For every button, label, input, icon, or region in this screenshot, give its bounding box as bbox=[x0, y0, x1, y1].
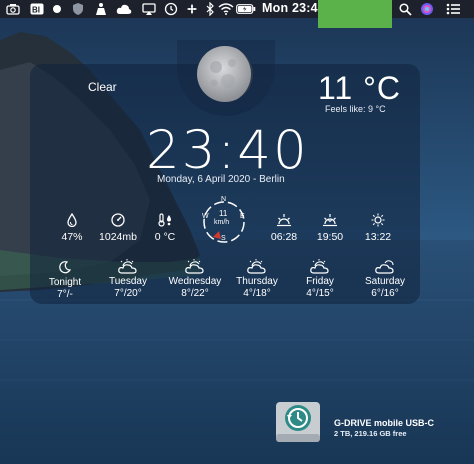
compass-east: E bbox=[240, 213, 245, 220]
sunset-icon bbox=[323, 214, 337, 227]
pressure-value: 1024mb bbox=[99, 231, 137, 243]
moon-icon bbox=[59, 261, 72, 274]
forecast-day-3: Thursday 4°/18° bbox=[231, 258, 283, 300]
cloud-upload-icon[interactable] bbox=[116, 2, 132, 16]
forecast-day-temps: 7°/20° bbox=[114, 288, 142, 299]
puppet-icon[interactable] bbox=[94, 2, 108, 16]
svg-text:BI: BI bbox=[32, 6, 40, 15]
solar-noon-value: 13:22 bbox=[364, 231, 392, 243]
forecast-day-label: Tonight bbox=[48, 277, 82, 288]
partly-cloudy-icon bbox=[118, 259, 137, 274]
forecast-day-label: Saturday bbox=[364, 276, 406, 287]
forecast-day-2: Wednesday 8°/22° bbox=[166, 258, 224, 300]
forecast-day-label: Thursday bbox=[236, 276, 278, 287]
dew-point-thermometer-icon bbox=[158, 213, 171, 227]
forecast-day-temps: 6°/16° bbox=[371, 288, 399, 299]
current-temperature: 11 °C bbox=[318, 70, 402, 106]
bi-app-icon[interactable]: BI bbox=[30, 2, 44, 16]
highlight-overlay bbox=[318, 0, 392, 28]
forecast-day-temps: 7°/- bbox=[57, 289, 73, 300]
forecast-day-temps: 4°/18° bbox=[243, 288, 271, 299]
time-machine-icon[interactable] bbox=[164, 2, 178, 16]
siri-icon[interactable] bbox=[420, 2, 434, 16]
compass-west: W bbox=[202, 213, 209, 220]
bluetooth-dot-icon[interactable] bbox=[52, 2, 62, 16]
bluetooth-icon[interactable] bbox=[204, 2, 216, 16]
screen-mirror-icon[interactable] bbox=[142, 2, 156, 16]
sunset-stat: 19:50 bbox=[313, 213, 347, 243]
menubar-clock[interactable]: Mon 23:40 bbox=[262, 1, 325, 15]
camera-icon[interactable] bbox=[6, 2, 20, 16]
solar-noon-icon bbox=[371, 213, 385, 227]
feels-like-temperature: Feels like: 9 °C bbox=[325, 104, 386, 114]
drive-info-label: 2 TB, 219.16 GB free bbox=[334, 429, 407, 438]
wifi-icon[interactable] bbox=[218, 2, 234, 16]
forecast-day-label: Wednesday bbox=[168, 276, 222, 287]
forecast-day-0: Tonight 7°/- bbox=[40, 259, 90, 301]
dew-point-value: 0 °C bbox=[154, 231, 176, 243]
menu-bar: BI Mon 23:40 bbox=[0, 0, 474, 18]
wind-speed: 11 bbox=[219, 209, 228, 218]
forecast-day-temps: 4°/15° bbox=[306, 288, 334, 299]
forecast-day-label: Friday bbox=[306, 276, 334, 287]
notification-center-icon[interactable] bbox=[446, 2, 460, 16]
pressure-gauge-icon bbox=[111, 213, 125, 227]
forecast-day-label: Tuesday bbox=[109, 276, 147, 287]
solar-noon-stat: 13:22 bbox=[361, 213, 395, 243]
shield-icon[interactable] bbox=[72, 2, 84, 16]
battery-icon[interactable] bbox=[236, 2, 256, 16]
partly-cloudy-icon bbox=[310, 259, 329, 274]
humidity-drop-icon bbox=[67, 213, 77, 227]
moon-phase-icon bbox=[197, 46, 254, 102]
drive-name-label[interactable]: G-DRIVE mobile USB-C bbox=[334, 418, 434, 428]
wind-direction-arrow bbox=[213, 231, 221, 239]
compass-north: N bbox=[221, 196, 227, 203]
date-location: Monday, 6 April 2020 - Berlin bbox=[157, 174, 285, 185]
current-time: 23:40 bbox=[146, 120, 309, 181]
sunrise-icon bbox=[277, 214, 291, 227]
pressure-stat: 1024mb bbox=[94, 213, 142, 243]
compass-south: S bbox=[221, 235, 226, 242]
forecast-day-4: Friday 4°/15° bbox=[296, 258, 344, 300]
weather-condition: Clear bbox=[88, 80, 117, 94]
fan-icon[interactable] bbox=[186, 2, 198, 16]
wind-unit: km/h bbox=[214, 219, 230, 226]
forecast-day-temps: 8°/22° bbox=[181, 288, 209, 299]
humidity-value: 47% bbox=[61, 231, 83, 243]
partly-cloudy-icon bbox=[247, 259, 266, 274]
external-drive-icon[interactable] bbox=[274, 398, 322, 446]
search-icon[interactable] bbox=[398, 2, 412, 16]
dew-point-stat: 0 °C bbox=[148, 213, 182, 243]
humidity-stat: 47% bbox=[55, 213, 89, 243]
sunset-value: 19:50 bbox=[316, 231, 344, 243]
sunrise-value: 06:28 bbox=[270, 231, 298, 243]
sunrise-stat: 06:28 bbox=[267, 213, 301, 243]
forecast-day-1: Tuesday 7°/20° bbox=[102, 258, 154, 300]
partly-cloudy-icon bbox=[185, 259, 204, 274]
forecast-day-5: Saturday 6°/16° bbox=[358, 258, 412, 300]
cloudy-icon bbox=[375, 260, 394, 274]
